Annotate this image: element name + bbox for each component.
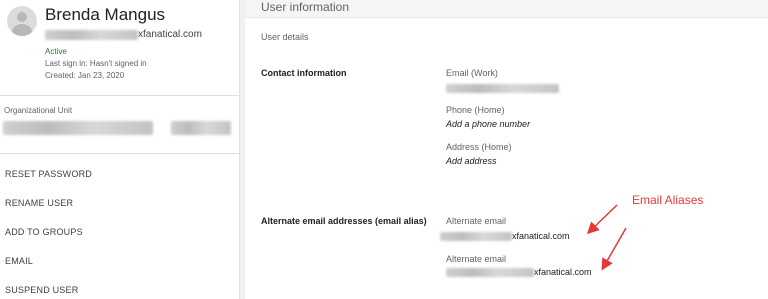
arrow-to-second-alias bbox=[601, 227, 627, 271]
annotation-arrows bbox=[586, 204, 627, 271]
arrow-to-first-alias bbox=[586, 204, 618, 235]
